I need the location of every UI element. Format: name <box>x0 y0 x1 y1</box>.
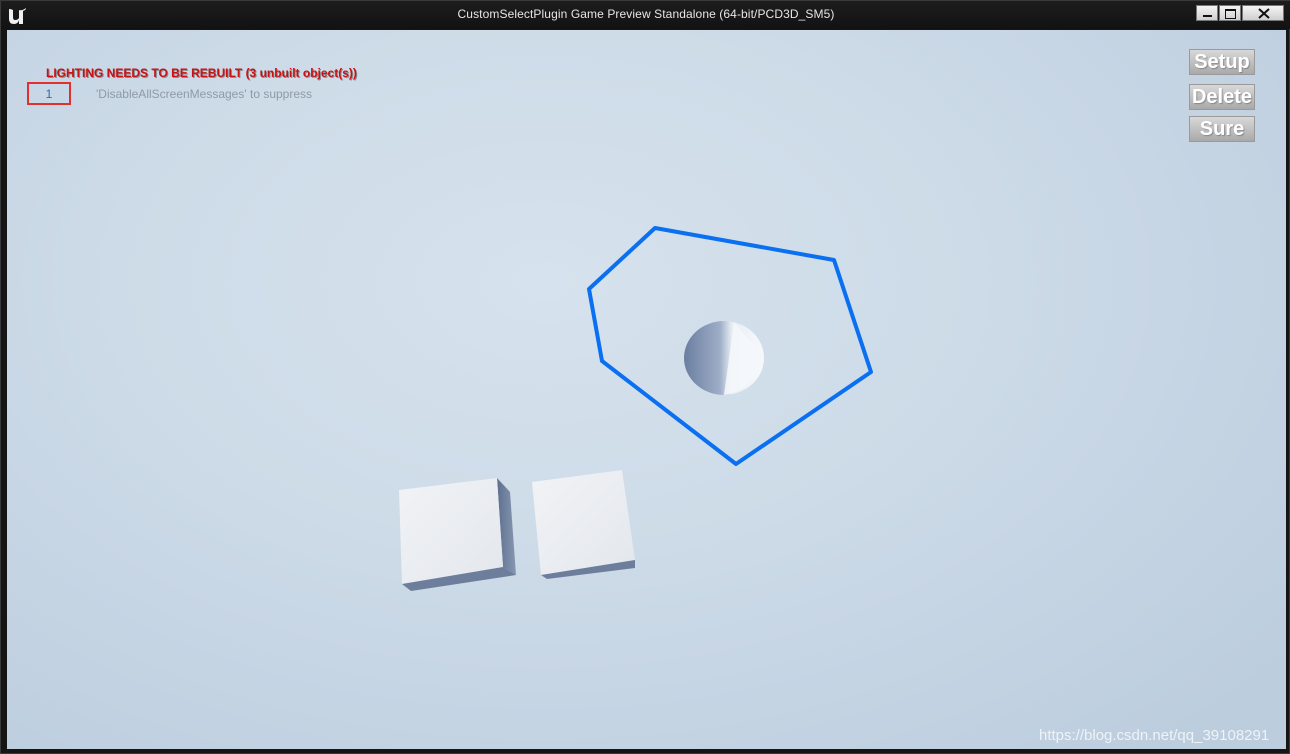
cube-object-left[interactable] <box>399 478 516 591</box>
minimize-icon[interactable] <box>1196 5 1218 21</box>
app-window: CustomSelectPlugin Game Preview Standalo… <box>0 0 1290 754</box>
window-title: CustomSelectPlugin Game Preview Standalo… <box>457 7 835 21</box>
title-bar[interactable]: CustomSelectPlugin Game Preview Standalo… <box>1 1 1290 29</box>
cone-object[interactable] <box>684 321 764 395</box>
maximize-icon[interactable] <box>1219 5 1241 21</box>
watermark-text: https://blog.csdn.net/qq_39108291 <box>1039 727 1270 744</box>
scene-canvas[interactable] <box>7 30 1286 749</box>
close-icon[interactable] <box>1242 5 1284 21</box>
cube-object-right[interactable] <box>532 470 635 579</box>
game-viewport[interactable]: LIGHTING NEEDS TO BE REBUILT (3 unbuilt … <box>7 30 1286 749</box>
